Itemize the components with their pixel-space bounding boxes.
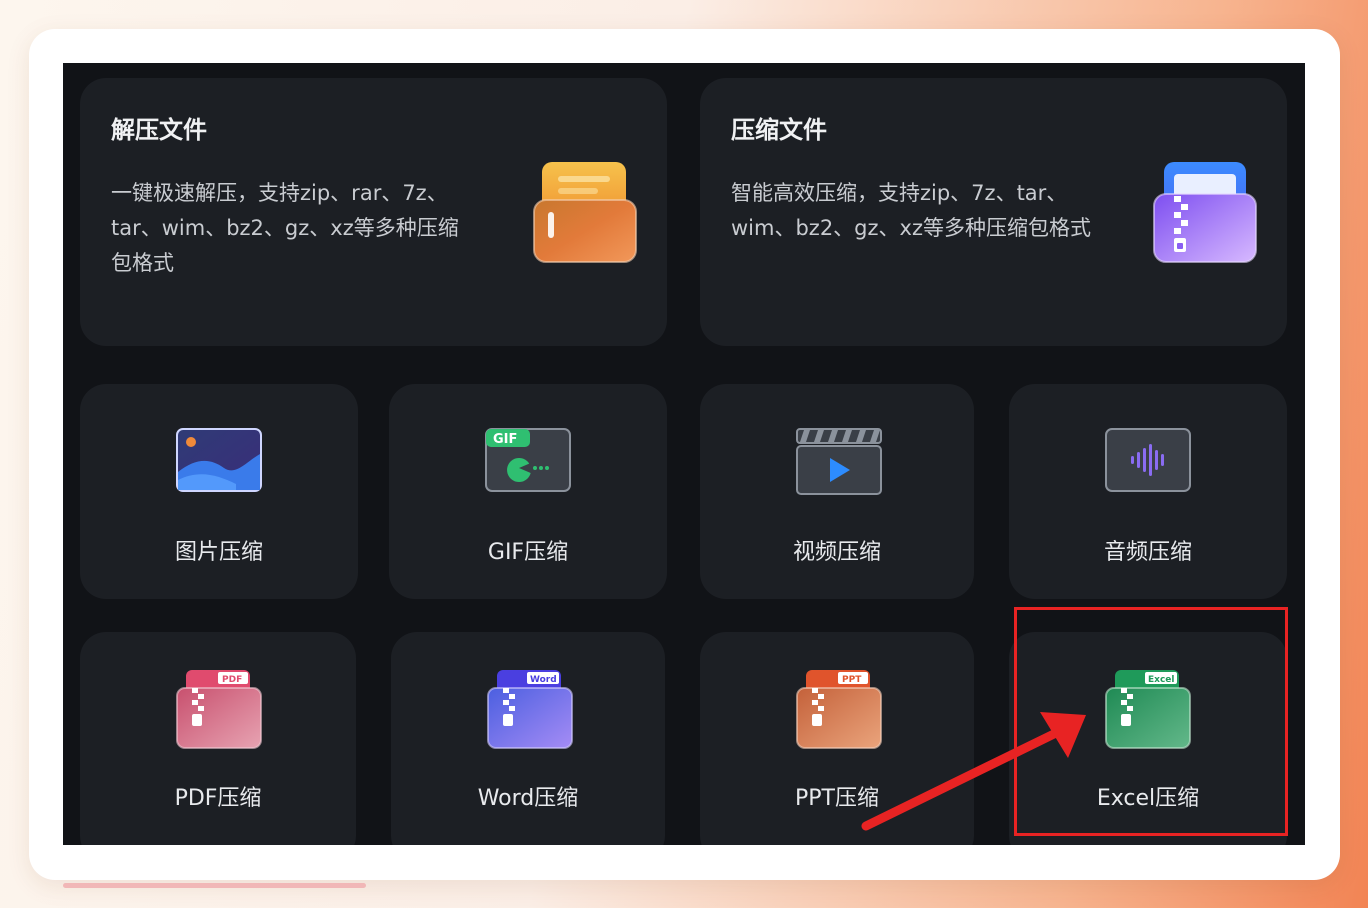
image-icon (176, 428, 262, 492)
horizontal-scrollbar[interactable] (63, 883, 366, 888)
pdf-badge: PDF (222, 675, 242, 685)
gif-icon: GIF (485, 428, 571, 492)
tool-image-compress[interactable]: 图片压缩 (80, 384, 358, 599)
audio-wave-icon (1105, 428, 1191, 492)
word-zip-folder-icon: Word (487, 670, 573, 749)
compress-description: 智能高效压缩，支持zip、7z、tar、wim、bz2、gz、xz等多种压缩包格… (731, 181, 1091, 240)
tool-video-label: 视频压缩 (792, 540, 881, 565)
video-clapperboard-icon (796, 428, 882, 495)
purple-zip-folder-icon (1153, 162, 1257, 263)
tool-gif-compress[interactable]: GIF GIF压缩 (389, 384, 667, 599)
decompress-title: 解压文件 (111, 116, 207, 144)
orange-folder-icon (533, 162, 637, 263)
decompress-description: 一键极速解压，支持zip、rar、7z、tar、wim、bz2、gz、xz等多种… (111, 181, 459, 275)
excel-highlight-box (1014, 607, 1288, 836)
tool-ppt-label: PPT压缩 (795, 786, 879, 811)
word-badge: Word (530, 675, 557, 685)
tool-word-label: Word压缩 (477, 786, 579, 811)
tool-image-label: 图片压缩 (174, 540, 263, 565)
compress-card[interactable]: 压缩文件 智能高效压缩，支持zip、7z、tar、wim、bz2、gz、xz等多… (700, 78, 1287, 346)
tool-audio-compress[interactable]: 音频压缩 (1009, 384, 1287, 599)
tool-word-compress[interactable]: Word Word压缩 (391, 632, 665, 845)
tool-audio-label: 音频压缩 (1103, 540, 1192, 565)
ppt-zip-folder-icon: PPT (796, 670, 882, 749)
pdf-zip-folder-icon: PDF (176, 670, 262, 749)
compress-title: 压缩文件 (731, 116, 827, 144)
tool-ppt-compress[interactable]: PPT PPT压缩 (700, 632, 974, 845)
tool-video-compress[interactable]: 视频压缩 (700, 384, 974, 599)
ppt-badge: PPT (842, 675, 862, 685)
tool-pdf-compress[interactable]: PDF PDF压缩 (80, 632, 356, 845)
gif-badge: GIF (493, 432, 517, 447)
tool-pdf-label: PDF压缩 (174, 786, 262, 811)
tool-gif-label: GIF压缩 (487, 540, 569, 565)
decompress-card[interactable]: 解压文件 一键极速解压，支持zip、rar、7z、tar、wim、bz2、gz、… (80, 78, 667, 346)
